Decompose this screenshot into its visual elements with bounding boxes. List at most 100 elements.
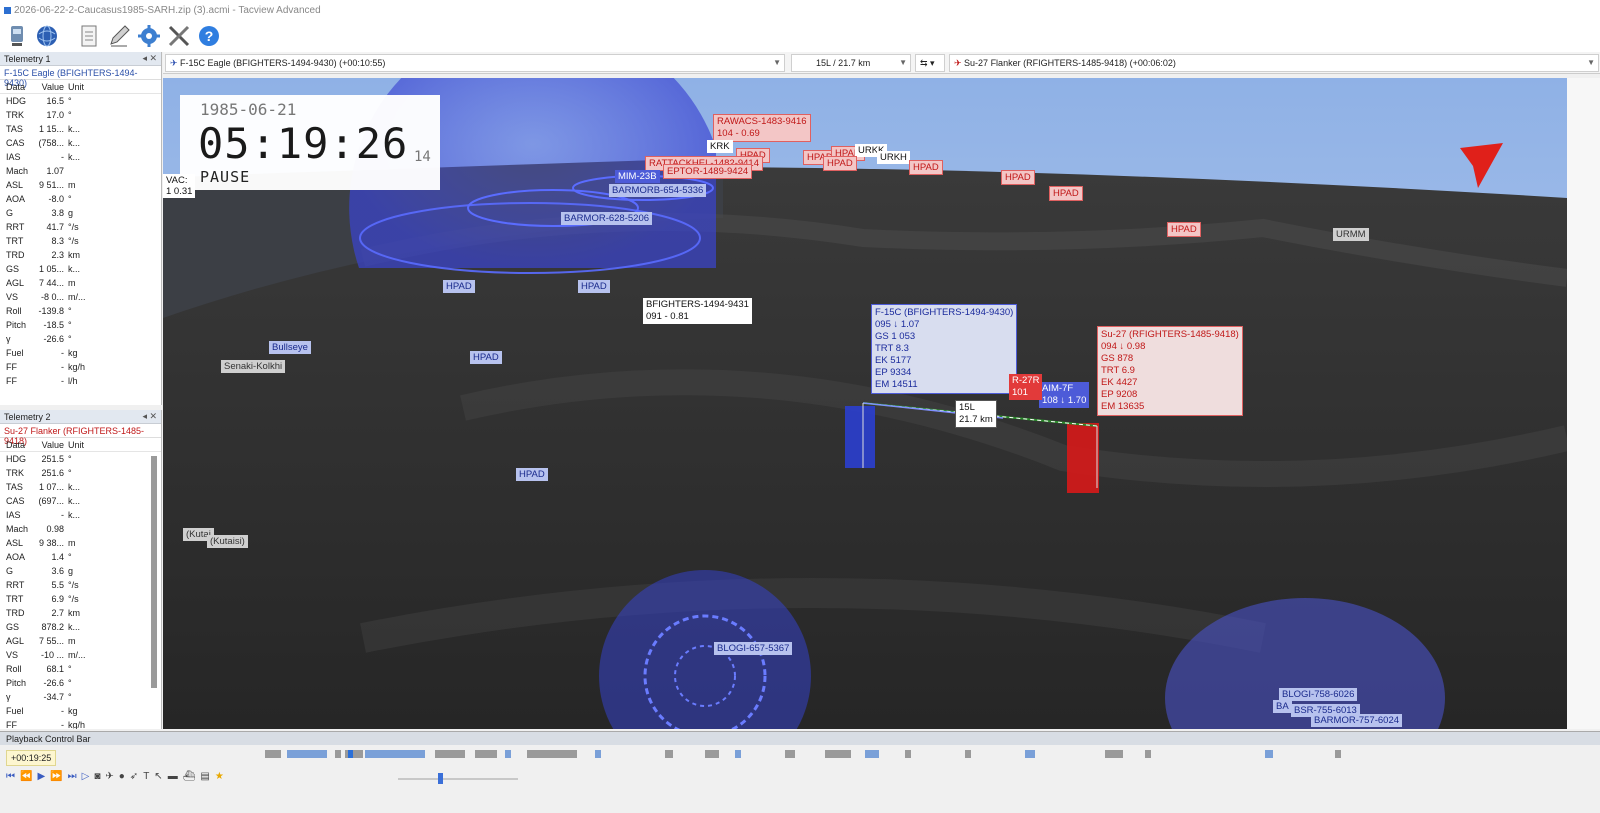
- f15c-info-box[interactable]: F-15C (BFIGHTERS-1494-9430) 095 ↓ 1.07 G…: [871, 304, 1018, 394]
- telemetry-row[interactable]: AOA -8.0 °: [0, 192, 161, 206]
- su27-info-box[interactable]: Su-27 (RFIGHTERS-1485-9418) 094 ↓ 0.98 G…: [1097, 326, 1243, 416]
- telemetry-2-scrollbar[interactable]: [151, 456, 157, 688]
- telemetry-row[interactable]: RRT 41.7 °/s: [0, 220, 161, 234]
- barmorb-label[interactable]: BARMORB-654-5336: [609, 184, 707, 197]
- blogi-657-label[interactable]: BLOGI-657-5367: [714, 642, 793, 655]
- timeline-event-mark[interactable]: [1265, 750, 1273, 758]
- primary-object-select[interactable]: ✈ F-15C Eagle (BFIGHTERS-1494-9430) (+00…: [165, 54, 785, 72]
- hpad-label[interactable]: HPAD: [470, 351, 502, 364]
- timeline-event-mark[interactable]: [825, 750, 851, 758]
- timeline-track[interactable]: [265, 750, 1585, 758]
- timeline-event-mark[interactable]: [435, 750, 465, 758]
- hpad-label[interactable]: HPAD: [1167, 222, 1201, 237]
- telemetry-row[interactable]: HDG 16.5 °: [0, 94, 161, 108]
- barmor-628-label[interactable]: BARMOR-628-5206: [561, 212, 653, 225]
- telemetry-row[interactable]: Fuel - kg: [0, 346, 161, 360]
- hpad-label[interactable]: HPAD: [516, 468, 548, 481]
- pin-close-icon[interactable]: ◂ ✕: [142, 53, 157, 64]
- telemetry-row[interactable]: TAS 1 15... k...: [0, 122, 161, 136]
- timeline-cursor[interactable]: [348, 750, 353, 758]
- telemetry-row[interactable]: Mach 0.98: [0, 522, 161, 536]
- help-icon[interactable]: ?: [196, 23, 222, 49]
- aircraft-icon[interactable]: ✈: [105, 771, 113, 782]
- telemetry-row[interactable]: γ -34.7 °: [0, 690, 161, 704]
- hpad-label[interactable]: HPAD: [1049, 186, 1083, 201]
- timeline-event-mark[interactable]: [595, 750, 601, 758]
- telemetry-row[interactable]: FF - kg/h: [0, 718, 161, 729]
- timeline-event-mark[interactable]: [527, 750, 557, 758]
- range-marker-label[interactable]: 15L 21.7 km: [955, 400, 997, 428]
- hpad-label[interactable]: HPAD: [909, 160, 943, 175]
- telemetry-row[interactable]: Pitch -18.5 °: [0, 318, 161, 332]
- telemetry-row[interactable]: AGL 7 44... m: [0, 276, 161, 290]
- pin-close-icon[interactable]: ◂ ✕: [142, 411, 157, 422]
- telemetry-row[interactable]: TRT 8.3 °/s: [0, 234, 161, 248]
- step-back-icon[interactable]: ⏪: [20, 771, 32, 782]
- ship-icon[interactable]: ⛴: [183, 771, 196, 782]
- telemetry-row[interactable]: G 3.8 g: [0, 206, 161, 220]
- telemetry-row[interactable]: FF - l/h: [0, 374, 161, 388]
- globe-icon[interactable]: [34, 23, 60, 49]
- telemetry-row[interactable]: CAS (758... k...: [0, 136, 161, 150]
- slider-knob[interactable]: [438, 773, 443, 784]
- range-select[interactable]: 15L / 21.7 km ▼: [791, 54, 911, 72]
- tools-icon[interactable]: [166, 23, 192, 49]
- telemetry-row[interactable]: TRT 6.9 °/s: [0, 592, 161, 606]
- telemetry-row[interactable]: G 3.6 g: [0, 564, 161, 578]
- telemetry-row[interactable]: VS -10 ... m/...: [0, 648, 161, 662]
- barmor-757-label[interactable]: BARMOR-757-6024: [1311, 714, 1403, 727]
- camera-icon[interactable]: ◙: [94, 771, 100, 782]
- hpad-label[interactable]: HPAD: [443, 280, 475, 293]
- telemetry-row[interactable]: HDG 251.5 °: [0, 452, 161, 466]
- timeline-event-mark[interactable]: [705, 750, 719, 758]
- missile-icon[interactable]: ➶: [130, 771, 138, 782]
- telemetry-row[interactable]: Roll 68.1 °: [0, 662, 161, 676]
- timeline-event-mark[interactable]: [345, 750, 363, 758]
- telemetry-row[interactable]: IAS - k...: [0, 508, 161, 522]
- 3d-viewport[interactable]: 1985-06-21 05:19:26 14 PAUSE RAWACS-1483…: [163, 78, 1567, 729]
- timeline-event-mark[interactable]: [905, 750, 911, 758]
- timeline-event-mark[interactable]: [475, 750, 497, 758]
- timeline-event-mark[interactable]: [1105, 750, 1123, 758]
- telemetry-row[interactable]: Pitch -26.6 °: [0, 676, 161, 690]
- telemetry-row[interactable]: GS 1 05... k...: [0, 262, 161, 276]
- bfighters-9431-label[interactable]: BFIGHTERS-1494-9431 091 - 0.81: [643, 298, 752, 324]
- telemetry-row[interactable]: TAS 1 07... k...: [0, 480, 161, 494]
- ba-label[interactable]: BA: [1273, 700, 1292, 713]
- star-icon[interactable]: ★: [215, 771, 224, 782]
- skip-end-icon[interactable]: ⏭: [68, 771, 77, 782]
- secondary-object-select[interactable]: ✈ Su-27 Flanker (RFIGHTERS-1485-9418) (+…: [949, 54, 1599, 72]
- timeline-event-mark[interactable]: [365, 750, 425, 758]
- awacs-partial-label[interactable]: VAC: 1 0.31: [163, 174, 196, 198]
- bullseye-label[interactable]: Bullseye: [269, 341, 311, 354]
- pen-icon[interactable]: [106, 23, 132, 49]
- telemetry-row[interactable]: GS 878.2 k...: [0, 620, 161, 634]
- airbase-label-urmm[interactable]: URMM: [1333, 228, 1369, 241]
- rawacs-label[interactable]: RAWACS-1483-9416 104 - 0.69: [713, 114, 811, 142]
- recorder-icon[interactable]: [4, 23, 30, 49]
- telemetry-row[interactable]: Roll -139.8 °: [0, 304, 161, 318]
- timeline-event-mark[interactable]: [965, 750, 971, 758]
- hpad-label[interactable]: HPAD: [1001, 170, 1035, 185]
- telemetry-row[interactable]: RRT 5.5 °/s: [0, 578, 161, 592]
- telemetry-row[interactable]: CAS (697... k...: [0, 494, 161, 508]
- timeline-event-mark[interactable]: [865, 750, 879, 758]
- document-icon[interactable]: [76, 23, 102, 49]
- airbase-label-urkh[interactable]: URKH: [877, 151, 910, 164]
- telemetry-row[interactable]: AGL 7 55... m: [0, 634, 161, 648]
- telemetry-row[interactable]: TRK 17.0 °: [0, 108, 161, 122]
- timeline-event-mark[interactable]: [1335, 750, 1341, 758]
- play-icon[interactable]: ▶: [37, 771, 45, 782]
- airbase-label-senaki[interactable]: Senaki-Kolkhi: [221, 360, 286, 373]
- timeline-event-mark[interactable]: [555, 750, 577, 758]
- rinterceptor-label[interactable]: EPTOR-1489-9424: [663, 164, 753, 179]
- telemetry-row[interactable]: ASL 9 51... m: [0, 178, 161, 192]
- step-forward-icon[interactable]: ⏩: [50, 771, 62, 782]
- timeline-event-mark[interactable]: [1025, 750, 1035, 758]
- timeline-event-mark[interactable]: [287, 750, 327, 758]
- record-icon[interactable]: ▷: [82, 771, 90, 782]
- mim-23b-label[interactable]: MIM-23B: [615, 170, 660, 183]
- hpad-label[interactable]: HPAD: [578, 280, 610, 293]
- skip-start-icon[interactable]: ⏮: [6, 771, 15, 782]
- telemetry-row[interactable]: γ -26.6 °: [0, 332, 161, 346]
